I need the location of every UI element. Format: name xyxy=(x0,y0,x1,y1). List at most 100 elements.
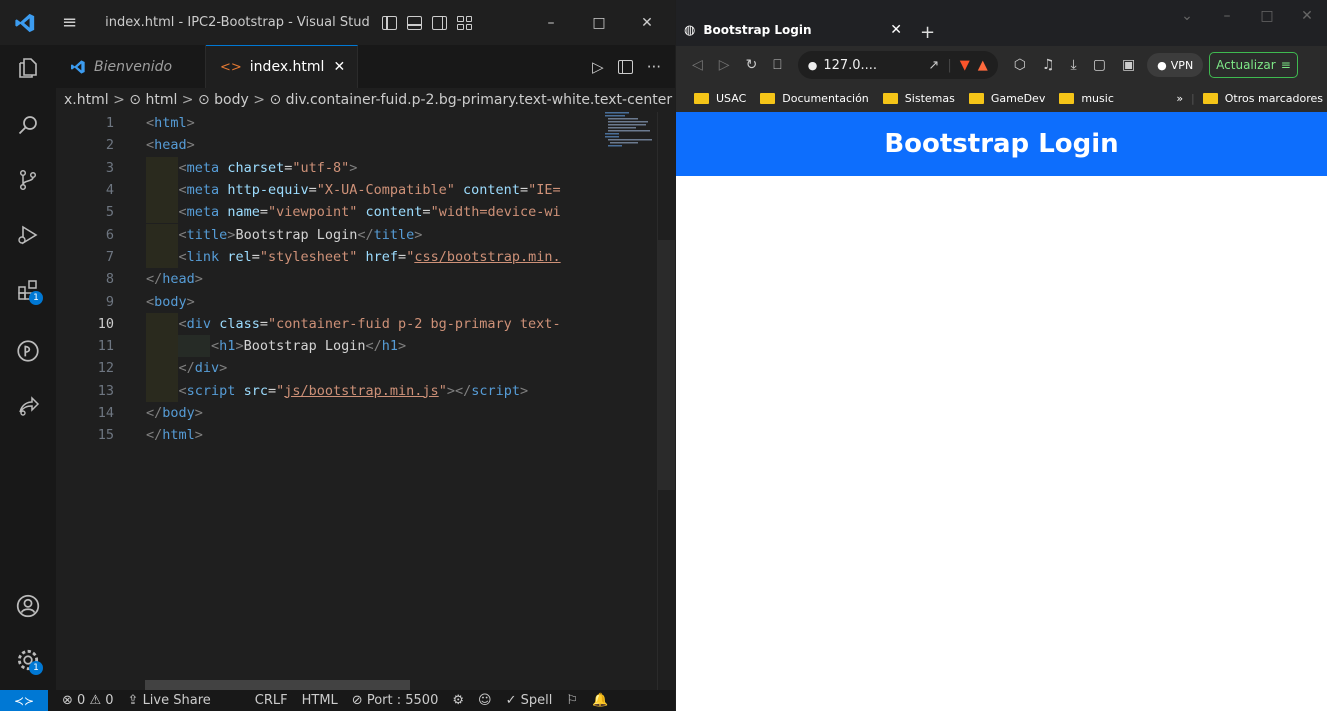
line-number: 15 xyxy=(97,427,114,444)
breadcrumb-body[interactable]: body xyxy=(214,92,249,108)
code-text: <meta name="viewpoint" content="width=de… xyxy=(178,204,561,221)
more-bookmarks-button[interactable]: » xyxy=(1176,92,1183,105)
downloads-icon[interactable]: ⤓ xyxy=(1071,57,1077,73)
cube-icon: ⊙ xyxy=(197,92,210,108)
copilot-icon[interactable]: ☺ xyxy=(478,693,492,708)
bookmark-folder-music[interactable]: music xyxy=(1059,92,1114,105)
extensions-icon[interactable]: ⬡ xyxy=(1014,57,1026,73)
close-tab-icon[interactable]: ✕ xyxy=(333,59,345,75)
problems-indicator[interactable]: ⊗ 0 ⚠ 0 xyxy=(62,693,114,708)
code-line[interactable]: 6 <title>Bootstrap Login</title> xyxy=(56,223,616,246)
toggle-panel-icon[interactable] xyxy=(407,15,423,30)
toggle-primary-sidebar-icon[interactable] xyxy=(382,15,398,30)
minimap[interactable] xyxy=(605,112,657,152)
update-button[interactable]: Actualizar ≡ xyxy=(1209,52,1298,78)
code-line[interactable]: 4 <meta http-equiv="X-UA-Compatible" con… xyxy=(56,178,616,202)
code-line[interactable]: 12 </div> xyxy=(56,357,616,380)
code-line[interactable]: 9 <body> xyxy=(56,290,616,312)
notifications-bell-icon[interactable]: 🔔 xyxy=(592,693,608,708)
maximize-button[interactable]: □ xyxy=(1247,8,1287,24)
close-button[interactable]: ✕ xyxy=(1287,8,1327,24)
live-server-port[interactable]: ⊘ Port : 5500 xyxy=(352,693,439,708)
horizontal-scroll-thumb[interactable] xyxy=(145,680,410,690)
eol-indicator[interactable]: CRLF xyxy=(255,693,288,708)
vpn-dot-icon: ● xyxy=(1157,58,1167,72)
customize-layout-icon[interactable] xyxy=(457,15,473,30)
live-share-icon[interactable] xyxy=(0,383,56,429)
minimize-button[interactable]: – xyxy=(527,15,575,31)
line-number: 5 xyxy=(105,204,114,221)
share-icon[interactable]: ↗ xyxy=(928,58,939,73)
more-actions-icon[interactable]: ··· xyxy=(647,58,661,76)
new-tab-button[interactable]: + xyxy=(920,22,935,43)
warnings-count: 0 xyxy=(105,693,114,708)
site-info-icon[interactable]: ● xyxy=(808,59,818,72)
run-preview-icon[interactable]: ▷ xyxy=(592,58,604,76)
minimize-button[interactable]: – xyxy=(1207,8,1247,24)
language-mode[interactable]: HTML xyxy=(302,693,338,708)
browser-tab[interactable]: ◍ Bootstrap Login ✕ xyxy=(684,14,902,46)
code-text: </html> xyxy=(146,427,203,444)
bookmark-folder-documentacion[interactable]: Documentación xyxy=(760,92,869,105)
bookmark-folder-gamedev[interactable]: GameDev xyxy=(968,92,1045,105)
hamburger-menu-icon[interactable]: ≡ xyxy=(62,12,77,33)
tab-index-html[interactable]: <> index.html ✕ xyxy=(206,45,358,88)
toggle-secondary-sidebar-icon[interactable] xyxy=(432,15,448,30)
maximize-button[interactable]: □ xyxy=(575,15,623,31)
breadcrumb-html[interactable]: html xyxy=(145,92,177,108)
remote-explorer-icon[interactable] xyxy=(0,328,56,374)
vpn-button[interactable]: ● VPN xyxy=(1147,53,1204,77)
code-line[interactable]: 11 <h1>Bootstrap Login</h1> xyxy=(56,335,616,358)
breadcrumb-div[interactable]: div.container-fuid.p-2.bg-primary.text-w… xyxy=(286,92,672,108)
code-line[interactable]: 2 <head> xyxy=(56,134,616,156)
window-title: index.html - IPC2-Bootstrap - Visual Stu… xyxy=(105,15,370,30)
cube-icon: ⊙ xyxy=(129,92,141,108)
line-number: 9 xyxy=(105,293,114,310)
back-icon[interactable]: ◁ xyxy=(692,57,703,73)
address-bar[interactable]: ● 127.0.... ↗ | ▼ ▲ xyxy=(797,51,998,79)
code-line[interactable]: 8 </head> xyxy=(56,268,616,290)
breadcrumb-file[interactable]: x.html xyxy=(64,92,109,108)
wallet-icon[interactable]: ▣ xyxy=(1122,57,1135,73)
run-debug-icon[interactable] xyxy=(0,212,56,258)
code-line[interactable]: 3 <meta charset="utf-8"> xyxy=(56,156,616,179)
remote-indicator-icon[interactable]: ≺≻ xyxy=(0,690,48,711)
media-icon[interactable]: ♫ xyxy=(1042,57,1055,73)
code-line[interactable]: 10 <div class="container-fuid p-2 bg-pri… xyxy=(56,312,616,335)
html-file-icon: <> xyxy=(220,59,242,75)
code-editor[interactable]: 1 <html> 2 <head> 3 <meta charset="utf-8"> 4 … xyxy=(56,112,675,690)
other-bookmarks-folder[interactable]: Otros marcadores xyxy=(1202,92,1323,105)
code-line[interactable]: 1 <html> xyxy=(56,112,616,134)
explorer-icon[interactable] xyxy=(0,45,56,91)
code-line[interactable]: 14 </body> xyxy=(56,402,616,424)
forward-icon[interactable]: ▷ xyxy=(719,57,730,73)
folder-icon xyxy=(1202,92,1218,104)
source-control-icon[interactable] xyxy=(0,157,56,203)
code-line[interactable]: 5 <meta name="viewpoint" content="width=… xyxy=(56,201,616,224)
spell-check-status[interactable]: ✓ Spell xyxy=(506,693,553,708)
feedback-icon[interactable]: ⚐ xyxy=(566,693,578,708)
settings-sync-icon[interactable]: ⚙ xyxy=(452,693,464,708)
extensions-icon[interactable]: 1 xyxy=(0,267,56,313)
vertical-scroll-thumb[interactable] xyxy=(658,240,675,490)
bookmark-folder-usac[interactable]: USAC xyxy=(694,92,746,105)
brave-rewards-icon[interactable]: ▲ xyxy=(978,58,988,73)
code-line[interactable]: 7 <link rel="stylesheet" href="css/boots… xyxy=(56,245,616,269)
bookmark-icon[interactable]: ⎕ xyxy=(773,57,781,73)
live-share-status[interactable]: ⇪ Live Share xyxy=(128,693,211,708)
split-editor-icon[interactable] xyxy=(617,59,633,74)
close-button[interactable]: ✕ xyxy=(623,15,671,31)
code-line[interactable]: 15 </html> xyxy=(56,424,616,446)
bookmark-folder-sistemas[interactable]: Sistemas xyxy=(882,92,955,105)
reload-icon[interactable]: ↻ xyxy=(746,57,758,73)
search-icon[interactable] xyxy=(0,102,56,148)
code-text: </body> xyxy=(146,405,203,422)
accounts-icon[interactable] xyxy=(0,583,56,629)
tab-bienvenido[interactable]: Bienvenido xyxy=(56,45,206,88)
close-tab-icon[interactable]: ✕ xyxy=(890,22,902,38)
manage-gear-icon[interactable]: 1 xyxy=(0,637,56,683)
code-line[interactable]: 13 <script src="js/bootstrap.min.js"></s… xyxy=(56,379,616,402)
brave-shields-icon[interactable]: ▼ xyxy=(960,58,970,73)
sidebar-icon[interactable]: ▢ xyxy=(1093,57,1106,73)
tab-search-icon[interactable]: ⌄ xyxy=(1167,8,1207,24)
